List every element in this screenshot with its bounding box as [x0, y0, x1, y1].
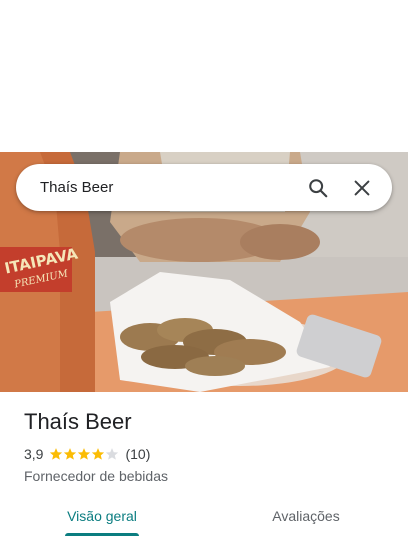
review-count[interactable]: (10)	[125, 446, 150, 462]
star-full-icon	[64, 448, 77, 460]
star-full-icon	[50, 448, 63, 460]
tab-reviews-label: Avaliações	[272, 508, 340, 524]
place-tabs: Visão geral Avaliações	[0, 496, 408, 536]
star-empty-icon	[106, 448, 119, 460]
star-full-icon	[78, 448, 91, 460]
search-bar[interactable]: Thaís Beer	[16, 164, 392, 211]
clear-search-button[interactable]	[340, 166, 384, 210]
star-full-icon	[92, 448, 105, 460]
star-rating	[49, 447, 119, 461]
search-input[interactable]: Thaís Beer	[40, 179, 296, 196]
rating-value: 3,9	[24, 446, 44, 462]
active-tab-indicator	[65, 533, 139, 536]
tab-overview[interactable]: Visão geral	[0, 496, 204, 536]
search-icon	[309, 178, 328, 197]
search-button[interactable]	[296, 166, 340, 210]
place-title: Thaís Beer	[24, 409, 132, 434]
place-category: Fornecedor de bebidas	[24, 468, 168, 484]
rating-row[interactable]: 3,9 (10)	[24, 444, 384, 464]
close-icon	[354, 180, 370, 195]
place-info: Thaís Beer 3,9 (10) Fornecedor de bebida…	[24, 408, 384, 484]
tab-reviews[interactable]: Avaliações	[204, 496, 408, 536]
tab-overview-label: Visão geral	[67, 508, 137, 524]
